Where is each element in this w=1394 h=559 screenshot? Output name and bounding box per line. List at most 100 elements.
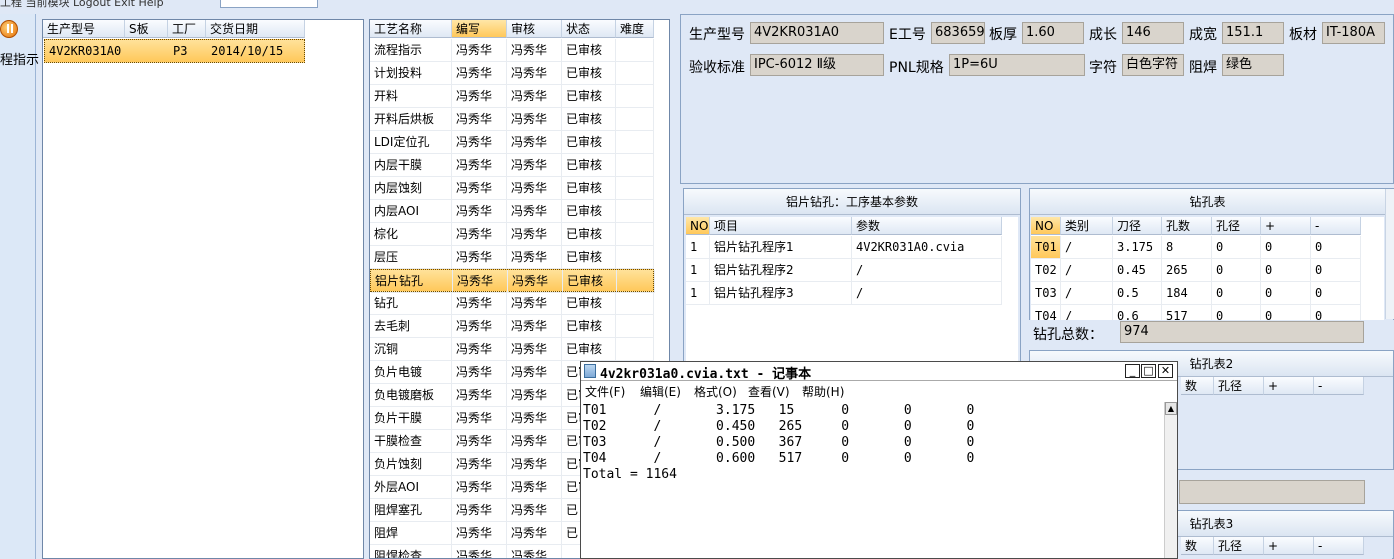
menu-help[interactable]: 帮助(H) [802, 383, 844, 400]
proc-col-name[interactable]: 工艺名称 [370, 20, 452, 38]
notepad-window[interactable]: 4v2kr031a0.cvia.txt - 记事本 _ □ ✕ 文件(F) 编辑… [580, 361, 1178, 559]
pnl-field[interactable]: 1P=6U [949, 54, 1085, 76]
table-row[interactable]: 层压 冯秀华 冯秀华 已审核 [370, 246, 654, 269]
drill-total-label: 钻孔总数： [1033, 327, 1103, 343]
proc-cell-reviewer: 冯秀华 [507, 476, 562, 499]
standard-label: 验收标准 [689, 60, 745, 76]
drill3-col-minus[interactable]: - [1314, 537, 1364, 555]
drill2-col-minus[interactable]: - [1314, 377, 1364, 395]
drill-grid[interactable]: NO 类别 刀径 孔数 孔径 + - T01/3.175 8 0 0 0 T02/0.45… [1031, 217, 1384, 321]
proc-cell-name: 去毛刺 [370, 315, 452, 338]
proc-cell-name: 阻焊检查 [370, 545, 452, 558]
table-row[interactable]: T02/0.45 265 0 0 0 [1031, 259, 1361, 282]
table-row[interactable]: 开料 冯秀华 冯秀华 已审核 [370, 85, 654, 108]
minimize-icon[interactable]: _ [1125, 364, 1140, 378]
drill-col-minus[interactable]: - [1311, 217, 1361, 235]
menu-edit[interactable]: 编辑(E) [640, 383, 681, 400]
order-col-factory[interactable]: 工厂 [168, 20, 206, 38]
param-col-value[interactable]: 参数 [852, 217, 1002, 235]
process-guide-button[interactable]: 程指示 [0, 18, 39, 76]
order-col-model[interactable]: 生产型号 [43, 20, 125, 38]
drill2-col-plus[interactable]: + [1264, 377, 1314, 395]
proc-col-difficulty[interactable]: 难度 [616, 20, 654, 38]
proc-cell-reviewer: 冯秀华 [507, 39, 562, 62]
drill-cell-count: 8 [1162, 236, 1212, 259]
drill-col-no[interactable]: NO [1031, 217, 1061, 235]
drill-col-dia[interactable]: 刀径 [1113, 217, 1162, 235]
proc-cell-name: 阻焊 [370, 522, 452, 545]
table-row[interactable]: T04/0.6 517 0 0 0 [1031, 305, 1361, 320]
top-combo-box[interactable] [220, 0, 318, 8]
table-row[interactable]: 1 铝片钻孔程序1 4V2KR031A0.cvia [686, 236, 1002, 259]
drill-col-count[interactable]: 孔数 [1162, 217, 1212, 235]
mask-field[interactable]: 绿色 [1222, 54, 1284, 76]
table-row[interactable]: 铝片钻孔 冯秀华 冯秀华 已审核 [370, 269, 655, 293]
eno-label: E工号 [889, 27, 926, 43]
char-field[interactable]: 白色字符 [1122, 54, 1184, 76]
model-field[interactable]: 4V2KR031A0 [750, 22, 884, 44]
menu-view[interactable]: 查看(V) [748, 383, 790, 400]
table-row[interactable]: 去毛刺 冯秀华 冯秀华 已审核 [370, 315, 654, 338]
menu-file[interactable]: 文件(F) [585, 383, 625, 400]
table-row[interactable]: 计划投料 冯秀华 冯秀华 已审核 [370, 62, 654, 85]
table-row[interactable]: LDI定位孔 冯秀华 冯秀华 已审核 [370, 131, 654, 154]
menu-format[interactable]: 格式(O) [694, 383, 737, 400]
proc-cell-name: 外层AOI [370, 476, 452, 499]
table-row[interactable]: 流程指示 冯秀华 冯秀华 已审核 [370, 39, 654, 62]
drill-cell-dia: 3.175 [1113, 236, 1162, 259]
notepad-title-bar[interactable]: 4v2kr031a0.cvia.txt - 记事本 _ □ ✕ [581, 362, 1177, 382]
drill-col-type[interactable]: 类别 [1061, 217, 1113, 235]
table-row[interactable]: T03/0.5 184 0 0 0 [1031, 282, 1361, 305]
standard-field[interactable]: IPC-6012 Ⅱ级 [750, 54, 884, 76]
table-row[interactable]: 沉铜 冯秀华 冯秀华 已审核 [370, 338, 654, 361]
width-field[interactable]: 151.1 [1222, 22, 1284, 44]
table-row[interactable]: 1 铝片钻孔程序3/ [686, 282, 1002, 305]
proc-cell-status: 已审核 [562, 338, 616, 361]
order-row[interactable]: 4V2KR031A0 P3 2014/10/15 [44, 39, 305, 63]
param-col-no[interactable]: NO [686, 217, 710, 235]
order-grid[interactable]: 生产型号 S板 工厂 交货日期 4V2KR031A0 P3 2014/10/15 [42, 19, 364, 559]
proc-cell-writer: 冯秀华 [452, 85, 507, 108]
table-row[interactable]: 内层干膜 冯秀华 冯秀华 已审核 [370, 154, 654, 177]
notepad-scrollbar[interactable]: ▲ [1164, 402, 1177, 558]
table-row[interactable]: 1 铝片钻孔程序2/ [686, 259, 1002, 282]
drill-col-plus[interactable]: + [1261, 217, 1311, 235]
drill-col-hole[interactable]: 孔径 [1212, 217, 1261, 235]
maximize-icon[interactable]: □ [1141, 364, 1156, 378]
proc-cell-writer: 冯秀华 [452, 62, 507, 85]
drill3-col-hole[interactable]: 孔径 [1214, 537, 1264, 555]
drill2-total-field[interactable] [1179, 480, 1365, 504]
table-row[interactable]: 开料后烘板 冯秀华 冯秀华 已审核 [370, 108, 654, 131]
drill-total-field[interactable]: 974 [1120, 321, 1364, 343]
notepad-text-area[interactable]: T01 / 3.175 15 0 0 0 T02 / 0.450 265 0 0… [583, 403, 1161, 557]
table-row[interactable]: 内层蚀刻 冯秀华 冯秀华 已审核 [370, 177, 654, 200]
top-menu-text[interactable]: 工程 当前模块 Logout Exit Help [0, 0, 164, 10]
scroll-up-arrow-icon[interactable]: ▲ [1165, 402, 1177, 415]
close-icon[interactable]: ✕ [1158, 364, 1173, 378]
table-row[interactable]: 钻孔 冯秀华 冯秀华 已审核 [370, 292, 654, 315]
drill-cell-hole: 0 [1212, 305, 1261, 320]
char-label: 字符 [1089, 60, 1117, 76]
proc-cell-name: 内层AOI [370, 200, 452, 223]
drill2-col-count[interactable]: 数 [1181, 377, 1214, 395]
proc-col-status[interactable]: 状态 [562, 20, 616, 38]
table-row[interactable]: 内层AOI 冯秀华 冯秀华 已审核 [370, 200, 654, 223]
table-row[interactable]: 棕化 冯秀华 冯秀华 已审核 [370, 223, 654, 246]
material-field[interactable]: IT-180A [1322, 22, 1385, 44]
drill3-col-plus[interactable]: + [1264, 537, 1314, 555]
proc-cell-status: 已审核 [562, 246, 616, 269]
order-col-date[interactable]: 交货日期 [206, 20, 305, 38]
drill3-col-count[interactable]: 数 [1181, 537, 1214, 555]
order-col-sboard[interactable]: S板 [125, 20, 168, 38]
param-col-item[interactable]: 项目 [710, 217, 852, 235]
table-row[interactable]: T01/3.175 8 0 0 0 [1031, 236, 1361, 259]
thickness-field[interactable]: 1.60 [1022, 22, 1084, 44]
eno-field[interactable]: 683659 [931, 22, 985, 44]
length-field[interactable]: 146 [1122, 22, 1184, 44]
proc-col-writer[interactable]: 编写 [452, 20, 507, 38]
drill2-col-hole[interactable]: 孔径 [1214, 377, 1264, 395]
drill-scrollbar[interactable] [1385, 189, 1394, 319]
proc-cell-name: 负电镀磨板 [370, 384, 452, 407]
proc-cell-difficulty [616, 315, 654, 338]
proc-col-reviewer[interactable]: 审核 [507, 20, 562, 38]
